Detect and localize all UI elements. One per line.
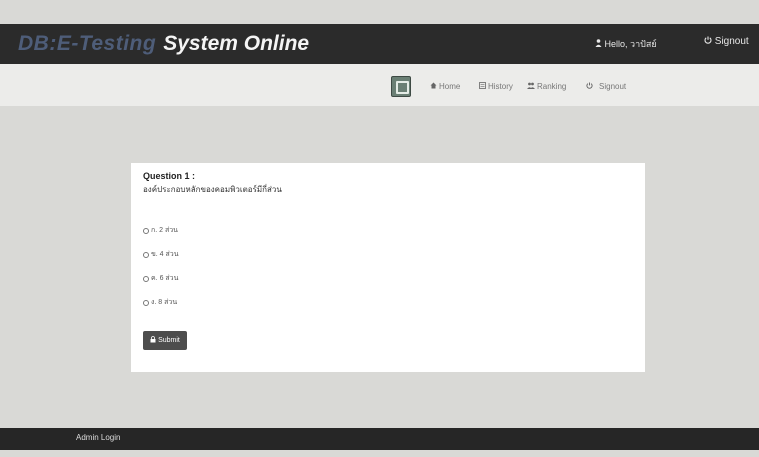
nav-item-ranking[interactable]: Ranking	[527, 82, 566, 91]
nav-bar: Home History Ranking Signout	[0, 64, 759, 106]
admin-login-link[interactable]: Admin Login	[76, 433, 120, 442]
radio-button[interactable]	[143, 299, 149, 306]
brand-title: System Online	[163, 32, 310, 55]
top-header: DB:E-Testing System Online Hello, วาปัสย…	[0, 24, 759, 64]
signout-label: Signout	[714, 36, 749, 47]
nav-item-history[interactable]: History	[479, 82, 513, 91]
answer-option-2[interactable]: ข. 4 ส่วน	[143, 249, 179, 260]
submit-label: Submit	[158, 337, 180, 344]
power-icon	[586, 82, 595, 91]
answer-option-3[interactable]: ค. 6 ส่วน	[143, 273, 178, 284]
radio-button[interactable]	[143, 251, 149, 258]
user-greeting-label: Hello, วาปัสย์	[604, 39, 657, 49]
question-card: Question 1 : องค์ประกอบหลักของคอมพิวเตอร…	[131, 163, 645, 372]
brand-prefix: DB:E-Testing	[18, 32, 157, 55]
answer-option-4[interactable]: ง. 8 ส่วน	[143, 297, 177, 308]
lock-icon	[150, 336, 156, 345]
power-icon	[704, 36, 715, 47]
nav-history-label: History	[488, 82, 513, 91]
radio-button[interactable]	[143, 275, 149, 282]
user-icon	[595, 39, 605, 49]
logo-icon[interactable]	[391, 76, 411, 97]
submit-button[interactable]: Submit	[143, 331, 187, 350]
option-label: ง. 8 ส่วน	[151, 299, 178, 306]
signout-button[interactable]: Signout	[704, 36, 749, 47]
answer-option-1[interactable]: ก. 2 ส่วน	[143, 225, 178, 236]
nav-home-label: Home	[439, 82, 461, 91]
option-label: ข. 4 ส่วน	[151, 251, 179, 258]
home-icon	[430, 82, 439, 91]
radio-button[interactable]	[143, 227, 149, 234]
option-label: ก. 2 ส่วน	[151, 227, 178, 234]
option-label: ค. 6 ส่วน	[151, 275, 179, 282]
footer: Admin Login	[0, 428, 759, 450]
question-text: องค์ประกอบหลักของคอมพิวเตอร์มีกี่ส่วน	[143, 185, 282, 194]
nav-ranking-label: Ranking	[537, 82, 567, 91]
list-icon	[479, 82, 488, 91]
question-title: Question 1 :	[143, 171, 196, 181]
user-greeting[interactable]: Hello, วาปัสย์	[595, 37, 657, 51]
nav-signout-label: Signout	[599, 82, 627, 91]
users-icon	[527, 82, 537, 91]
nav-item-home[interactable]: Home	[430, 82, 460, 91]
nav-item-signout[interactable]: Signout	[586, 82, 626, 91]
